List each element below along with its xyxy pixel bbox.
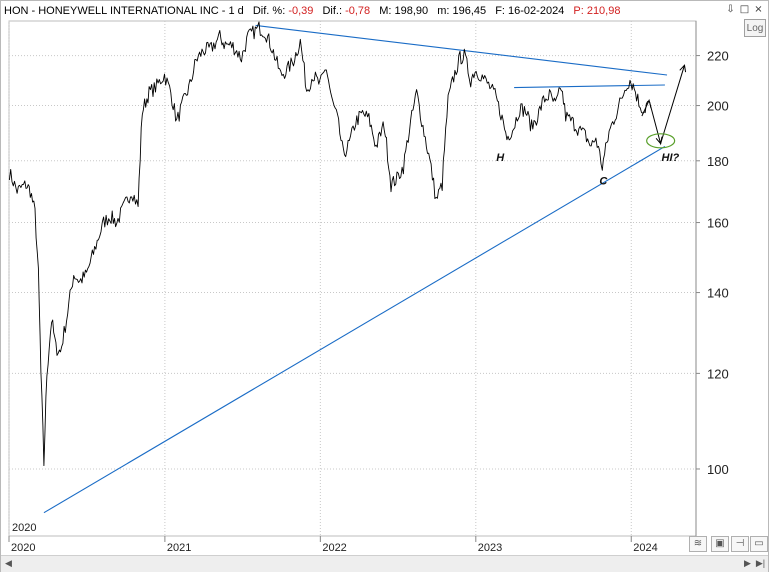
x-tick-label: 2020 (11, 542, 35, 554)
price-series (8, 21, 652, 467)
x-tick-label: 2022 (322, 542, 346, 554)
trendline (514, 84, 665, 89)
y-tick-label: 120 (707, 366, 729, 381)
target-ellipse (646, 133, 676, 149)
y-tick-label: 160 (707, 216, 729, 231)
pin-icon[interactable]: ⊣ (731, 536, 749, 552)
annotations: H C HI? (496, 133, 680, 188)
panel-icon[interactable]: ▭ (750, 536, 768, 552)
y-tick-label: 220 (707, 49, 729, 64)
x-axis-ticks: 2020 2021 2022 2023 2024 2020 (11, 522, 658, 554)
annotation-label: HI? (662, 152, 680, 164)
x-tick-label: 2021 (167, 542, 191, 554)
save-icon[interactable]: ▣ (711, 536, 729, 552)
y-tick-label: 140 (707, 286, 729, 301)
price-chart[interactable]: 100120140160180200220 2020 2021 2022 2023 20… (1, 1, 768, 555)
x-tick-label: 2023 (478, 542, 502, 554)
y-tick-label: 180 (707, 154, 729, 169)
horizontal-scrollbar[interactable]: ◀ ▶ ▶| (1, 555, 768, 572)
projection-line (641, 65, 685, 146)
indicator-icon[interactable]: ≋ (689, 536, 707, 552)
annotation-label: C (599, 176, 608, 188)
y-tick-label: 200 (707, 99, 729, 114)
plot-frame (8, 20, 697, 537)
grid-lines (8, 20, 700, 542)
price-line (8, 21, 652, 467)
scroll-end-icon[interactable]: ▶| (755, 558, 766, 569)
y-axis-ticks: 100 120 140 160 180 200 220 (707, 49, 729, 477)
projection-path (641, 64, 687, 146)
scroll-left-icon[interactable]: ◀ (3, 558, 14, 569)
scroll-right-icon[interactable]: ▶ (742, 558, 753, 569)
annotation-label: H (496, 152, 505, 164)
log-scale-button[interactable]: Log (744, 19, 766, 37)
trendline (255, 24, 668, 76)
x-tick-label: 2024 (633, 542, 657, 554)
trendlines (43, 24, 668, 514)
y-tick-label: 100 (707, 462, 729, 477)
year-corner-label: 2020 (12, 522, 36, 534)
chart-window: HON - HONEYWELL INTERNATIONAL INC - 1 d … (0, 0, 769, 572)
